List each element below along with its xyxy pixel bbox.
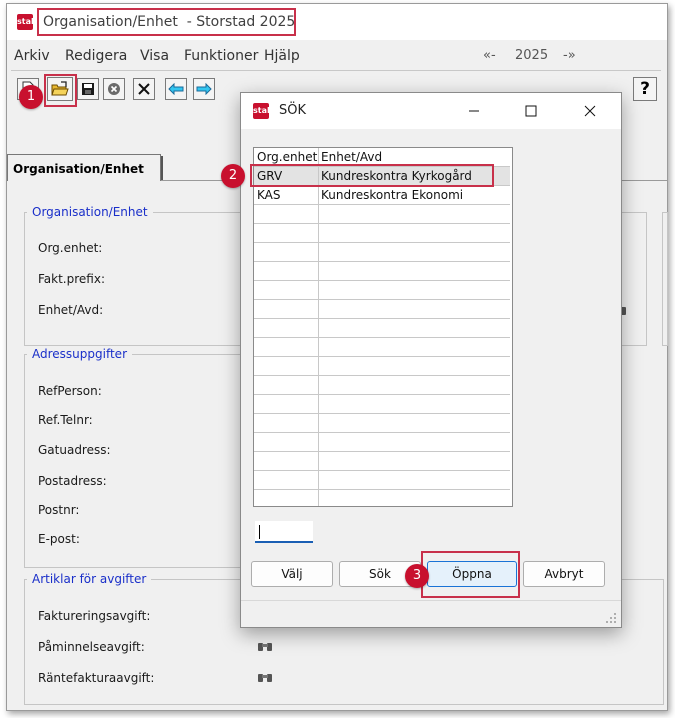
menu-visa[interactable]: Visa — [140, 48, 169, 64]
paminnelseavgift-label: Påminnelseavgift: — [38, 640, 145, 654]
epost-label: E-post: — [38, 532, 80, 546]
dialog-status-separator — [241, 600, 621, 601]
gatuadress-label: Gatuadress: — [38, 443, 111, 457]
year-display: 2025 — [515, 48, 549, 63]
faktureringsavgift-label: Faktureringsavgift: — [38, 609, 151, 623]
postadress-label: Postadress: — [38, 474, 107, 488]
menu-redigera[interactable]: Redigera — [65, 48, 127, 64]
dialog-title: SÖK — [279, 103, 307, 118]
binoculars-icon[interactable] — [257, 671, 273, 686]
fakt-prefix-label: Fakt.prefix: — [38, 272, 105, 286]
row-code: KAS — [257, 188, 281, 202]
empty-row[interactable] — [254, 414, 510, 433]
close-x-icon — [138, 83, 150, 95]
empty-row[interactable] — [254, 376, 510, 395]
empty-row[interactable] — [254, 395, 510, 414]
close-record-button[interactable] — [133, 78, 155, 100]
rantefakturaavgift-label: Räntefakturaavgift: — [38, 671, 155, 685]
refperson-label: RefPerson: — [38, 384, 102, 398]
postnr-label: Postnr: — [38, 503, 80, 517]
row-highlight — [250, 164, 494, 187]
empty-row[interactable] — [254, 357, 510, 376]
empty-row[interactable] — [254, 300, 510, 319]
minimize-button[interactable] — [459, 99, 489, 123]
right-edge-box — [662, 212, 668, 346]
empty-row[interactable] — [254, 224, 510, 243]
arrow-right-icon — [196, 83, 212, 95]
step-badge-2: 2 — [221, 164, 245, 188]
empty-row[interactable] — [254, 205, 510, 224]
empty-row[interactable] — [254, 433, 510, 452]
empty-row[interactable] — [254, 243, 510, 262]
tab-organisation-enhet[interactable]: Organisation/Enhet — [7, 154, 161, 181]
binoculars-icon[interactable] — [257, 640, 273, 655]
column-header-org-enhet[interactable]: Org.enhet — [257, 150, 317, 164]
search-input[interactable] — [255, 521, 313, 543]
cancel-button[interactable]: Avbryt — [523, 561, 605, 587]
save-button[interactable] — [77, 78, 99, 100]
empty-row[interactable] — [254, 262, 510, 281]
address-group-title: Adressuppgifter — [27, 347, 132, 361]
org-group-title: Organisation/Enhet — [27, 205, 153, 219]
minimize-icon — [469, 110, 479, 112]
menu-hjalp[interactable]: Hjälp — [264, 48, 300, 64]
empty-row[interactable] — [254, 471, 510, 490]
text-caret — [259, 525, 260, 539]
step-badge-3: 3 — [405, 564, 429, 588]
ref-telnr-label: Ref.Telnr: — [38, 413, 93, 427]
prev-year-button[interactable]: «- — [483, 48, 496, 63]
select-button[interactable]: Välj — [251, 561, 333, 587]
arrow-left-icon — [168, 83, 184, 95]
step-badge-1: 1 — [19, 85, 43, 109]
column-divider — [318, 148, 319, 506]
empty-row[interactable] — [254, 490, 510, 506]
maximize-button[interactable] — [516, 99, 546, 123]
empty-row[interactable] — [254, 319, 510, 338]
close-button[interactable] — [575, 99, 605, 123]
maximize-icon — [525, 105, 537, 117]
next-record-button[interactable] — [193, 78, 215, 100]
open-button-highlight — [44, 74, 77, 107]
empty-row[interactable] — [254, 281, 510, 300]
dialog-title-bar: stal SÖK — [241, 93, 621, 129]
articles-group-title: Artiklar för avgifter — [27, 572, 152, 586]
resize-grip-icon[interactable] — [605, 612, 617, 624]
vertical-scrollbar[interactable] — [512, 148, 513, 506]
previous-record-button[interactable] — [165, 78, 187, 100]
help-button[interactable]: ? — [633, 77, 657, 101]
app-logo-icon: stal — [17, 14, 34, 30]
toolbar-separator — [11, 70, 661, 71]
table-row[interactable]: KAS Kundreskontra Ekonomi — [254, 186, 510, 205]
dialog-logo-icon: stal — [253, 103, 270, 119]
close-icon — [584, 105, 596, 117]
menu-funktioner[interactable]: Funktioner — [184, 48, 258, 64]
column-header-enhet-avd[interactable]: Enhet/Avd — [321, 150, 382, 164]
title-highlight — [37, 8, 296, 36]
enhet-avd-label: Enhet/Avd: — [38, 303, 104, 317]
org-enhet-label: Org.enhet: — [38, 241, 103, 255]
open-button-highlight — [421, 551, 520, 598]
empty-row[interactable] — [254, 338, 510, 357]
cancel-circle-icon — [108, 83, 120, 95]
menu-arkiv[interactable]: Arkiv — [14, 48, 50, 64]
delete-button[interactable] — [103, 78, 125, 100]
save-disk-icon — [82, 83, 94, 95]
row-name: Kundreskontra Ekonomi — [321, 188, 464, 202]
menu-bar: Arkiv Redigera Visa Funktioner Hjälp «- … — [7, 44, 667, 68]
next-year-button[interactable]: -» — [563, 48, 576, 63]
results-grid[interactable]: Org.enhet Enhet/Avd GRV Kundreskontra Ky… — [253, 147, 513, 507]
tab-shadow — [161, 156, 163, 181]
empty-row[interactable] — [254, 452, 510, 471]
